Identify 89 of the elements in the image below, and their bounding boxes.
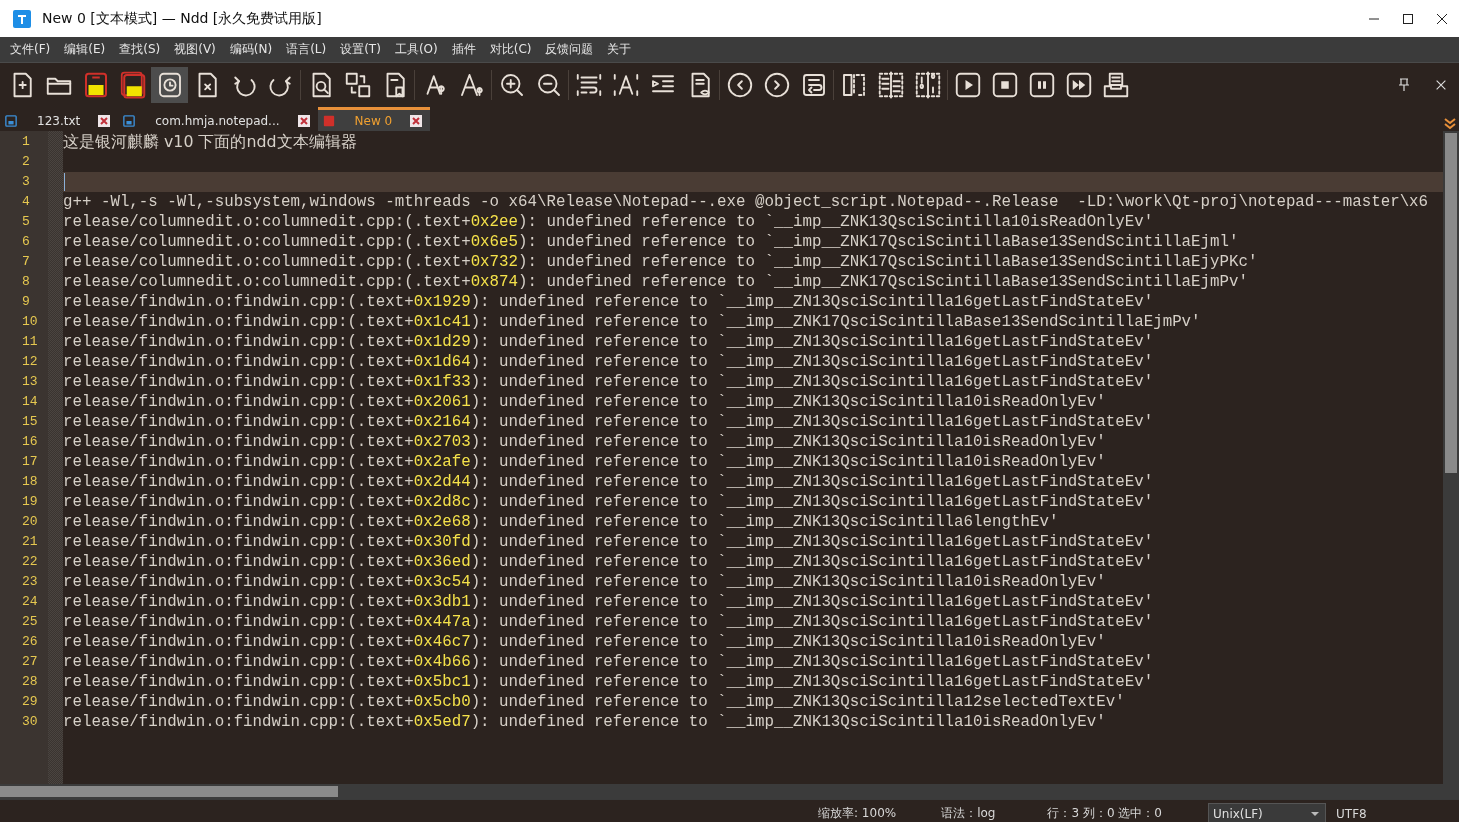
menu-item[interactable]: 工具(O) <box>387 41 445 58</box>
code-line: release/findwin.o:findwin.cpp:(.text+0x1f33): undefined reference to `__imp__ZN13QsciScintilla16getLastFindStateEv' <box>63 373 1154 391</box>
line-number: 26 <box>21 633 39 651</box>
code-line: release/findwin.o:findwin.cpp:(.text+0x2061): undefined reference to `__imp__ZNK13QsciScintilla10isReadOnlyEv' <box>63 393 1106 411</box>
line-number: 15 <box>21 413 39 431</box>
vertical-scrollbar[interactable] <box>1443 131 1459 784</box>
close-icon[interactable] <box>1436 12 1448 25</box>
code-line: release/findwin.o:findwin.cpp:(.text+0x5ed7): undefined reference to `__imp__ZNK13QsciScintilla10isReadOnlyEv' <box>63 713 1106 731</box>
caret-down-icon <box>1311 811 1319 816</box>
line-number: 16 <box>21 433 39 451</box>
code-line: release/findwin.o:findwin.cpp:(.text+0x1d29): undefined reference to `__imp__ZN13QsciScintilla16getLastFindStateEv' <box>63 333 1154 351</box>
line-number: 4 <box>21 193 31 211</box>
cursor-position: 行：3 列：0 选中：0 <box>1047 805 1162 822</box>
line-number: 5 <box>21 213 31 231</box>
menu-item[interactable]: 语言(L) <box>279 41 334 58</box>
line-number: 20 <box>21 513 39 531</box>
line-number: 30 <box>21 713 39 731</box>
code-line: release/findwin.o:findwin.cpp:(.text+0x447a): undefined reference to `__imp__ZN13QsciScintilla16getLastFindStateEv' <box>63 613 1154 631</box>
menu-item[interactable]: 设置(T) <box>333 41 388 58</box>
line-ending-dropdown[interactable]: Unix(LF) <box>1208 802 1326 822</box>
code-line: release/columnedit.o:columnedit.cpp:(.text+0x2ee): undefined reference to `__imp__ZNK13QsciScintilla10isReadOnlyEv' <box>63 213 1154 231</box>
code-line: release/findwin.o:findwin.cpp:(.text+0x5bc1): undefined reference to `__imp__ZN13QsciScintilla16getLastFindStateEv' <box>63 673 1154 691</box>
line-number: 9 <box>21 293 31 311</box>
code-line: release/findwin.o:findwin.cpp:(.text+0x1929): undefined reference to `__imp__ZN13QsciScintilla16getLastFindStateEv' <box>63 293 1154 311</box>
line-number: 17 <box>21 453 39 471</box>
code-line: 这是银河麒麟 v10 下面的ndd文本编辑器 <box>63 134 357 152</box>
line-number: 2 <box>21 153 31 171</box>
line-number: 1 <box>21 133 31 151</box>
zoom-level: 缩放率: 100% <box>818 805 897 822</box>
code-line: release/findwin.o:findwin.cpp:(.text+0x2d44): undefined reference to `__imp__ZN13QsciScintilla16getLastFindStateEv' <box>63 473 1154 491</box>
code-line: release/columnedit.o:columnedit.cpp:(.text+0x6e5): undefined reference to `__imp__ZNK17QsciScintillaBase13SendScintillaEjml' <box>63 233 1239 251</box>
horizontal-scrollbar[interactable] <box>0 784 1459 799</box>
app-logo-icon <box>12 8 32 29</box>
menu-item[interactable]: 对比(C) <box>482 41 539 58</box>
line-number: 25 <box>21 613 39 631</box>
line-number: 3 <box>21 173 31 191</box>
menu-item[interactable]: 编辑(E) <box>57 41 113 58</box>
menu-item[interactable]: 编码(N) <box>222 41 280 58</box>
code-line: release/findwin.o:findwin.cpp:(.text+0x46c7): undefined reference to `__imp__ZNK13QsciScintilla10isReadOnlyEv' <box>63 633 1106 651</box>
line-number: 14 <box>21 393 39 411</box>
code-line: release/findwin.o:findwin.cpp:(.text+0x1c41): undefined reference to `__imp__ZNK17QsciScintillaBase13SendScintillaEjmPv' <box>63 313 1201 331</box>
line-number: 18 <box>21 473 39 491</box>
window-title: New 0 [文本模式] — Ndd [永久免费试用版] <box>42 9 323 28</box>
line-number: 27 <box>21 653 39 671</box>
code-line: release/findwin.o:findwin.cpp:(.text+0x36ed): undefined reference to `__imp__ZN13QsciScintilla16getLastFindStateEv' <box>63 553 1154 571</box>
code-line: release/findwin.o:findwin.cpp:(.text+0x30fd): undefined reference to `__imp__ZN13QsciScintilla16getLastFindStateEv' <box>63 533 1154 551</box>
menu-item[interactable]: 关于 <box>600 41 639 58</box>
code-line: release/columnedit.o:columnedit.cpp:(.text+0x874): undefined reference to `__imp__ZNK17QsciScintillaBase13SendScintillaEjmPv' <box>63 273 1248 291</box>
line-number: 12 <box>21 353 39 371</box>
code-line: release/findwin.o:findwin.cpp:(.text+0x5cb0): undefined reference to `__imp__ZNK13QsciScintilla12selectedTextEv' <box>63 693 1125 711</box>
close-icon[interactable] <box>297 114 310 127</box>
encoding-label: UTF8 <box>1336 806 1367 821</box>
code-line: release/findwin.o:findwin.cpp:(.text+0x2d8c): undefined reference to `__imp__ZN13QsciScintilla16getLastFindStateEv' <box>63 493 1154 511</box>
line-number: 22 <box>21 553 39 571</box>
line-number: 6 <box>21 233 31 251</box>
menu-item[interactable]: 查找(S) <box>112 41 168 58</box>
line-number: 10 <box>21 313 39 331</box>
code-line: release/findwin.o:findwin.cpp:(.text+0x2e68): undefined reference to `__imp__ZNK13QsciScintilla6lengthEv' <box>63 513 1059 531</box>
code-line: release/findwin.o:findwin.cpp:(.text+0x4b66): undefined reference to `__imp__ZN13QsciScintilla16getLastFindStateEv' <box>63 653 1154 671</box>
close-icon[interactable] <box>410 114 423 127</box>
syntax-label: 语法：log <box>941 805 996 822</box>
line-number: 24 <box>21 593 39 611</box>
close-icon[interactable] <box>98 114 111 127</box>
line-number: 11 <box>21 333 39 351</box>
menu-item[interactable]: 文件(F) <box>3 41 58 58</box>
file-tab[interactable]: 123.txt <box>0 107 119 131</box>
code-line: release/findwin.o:findwin.cpp:(.text+0x3db1): undefined reference to `__imp__ZN13QsciScintilla16getLastFindStateEv' <box>63 593 1154 611</box>
line-number: 23 <box>21 573 39 591</box>
line-number: 13 <box>21 373 39 391</box>
line-number: 7 <box>21 253 31 271</box>
line-number: 21 <box>21 533 39 551</box>
line-number: 19 <box>21 493 39 511</box>
maximize-icon[interactable] <box>1402 12 1414 25</box>
menu-item[interactable]: 视图(V) <box>167 41 223 58</box>
line-number: 28 <box>21 673 39 691</box>
code-line: release/findwin.o:findwin.cpp:(.text+0x2164): undefined reference to `__imp__ZN13QsciScintilla16getLastFindStateEv' <box>63 413 1154 431</box>
menu-item[interactable]: 反馈问题 <box>538 41 601 58</box>
code-line: release/findwin.o:findwin.cpp:(.text+0x2afe): undefined reference to `__imp__ZNK13QsciScintilla10isReadOnlyEv' <box>63 453 1106 471</box>
line-number: 8 <box>21 273 31 291</box>
code-line: release/findwin.o:findwin.cpp:(.text+0x2703): undefined reference to `__imp__ZNK13QsciScintilla10isReadOnlyEv' <box>63 433 1106 451</box>
line-number: 29 <box>21 693 39 711</box>
double-chevron-down-icon[interactable] <box>1443 117 1457 131</box>
code-line: release/findwin.o:findwin.cpp:(.text+0x3c54): undefined reference to `__imp__ZNK13QsciScintilla10isReadOnlyEv' <box>63 573 1106 591</box>
menu-item[interactable]: 插件 <box>444 41 483 58</box>
code-line: g++ -Wl,-s -Wl,-subsystem,windows -mthreads -o x64\Release\Notepad--.exe @object_script.Notepad--.Release -LD:\work\Qt-proj\notepad---master\x6 <box>63 193 1429 211</box>
file-tab[interactable]: New 0 <box>317 107 431 131</box>
file-tab[interactable]: com.hmja.notepad... <box>118 107 318 131</box>
code-line: release/findwin.o:findwin.cpp:(.text+0x1d64): undefined reference to `__imp__ZN13QsciScintilla16getLastFindStateEv' <box>63 353 1154 371</box>
code-line: release/columnedit.o:columnedit.cpp:(.text+0x732): undefined reference to `__imp__ZNK17QsciScintillaBase13SendScintillaEjyPKc' <box>63 253 1258 271</box>
